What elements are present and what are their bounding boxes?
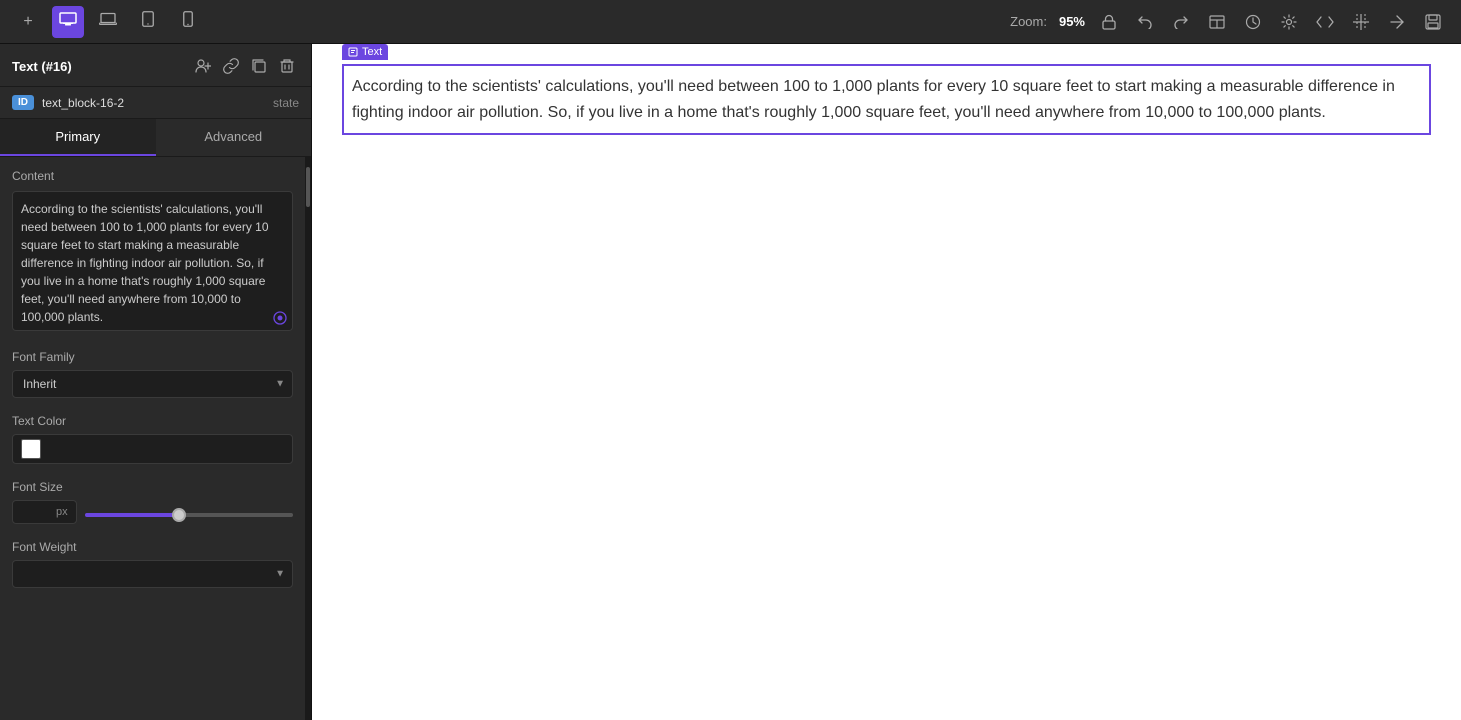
- color-field[interactable]: [12, 434, 293, 464]
- content-section-label: Content: [12, 169, 293, 183]
- lock-button[interactable]: [1093, 6, 1125, 38]
- add-person-icon[interactable]: [191, 54, 215, 78]
- font-family-select-wrapper: Inherit Arial Georgia Times New Roman Ro…: [12, 370, 293, 398]
- state-label: state: [273, 96, 299, 110]
- font-size-input[interactable]: [21, 505, 56, 519]
- font-weight-section: Font Weight Normal Bold Light ▼: [12, 540, 293, 588]
- toolbar-right-icons: [1093, 6, 1449, 38]
- font-family-select[interactable]: Inherit Arial Georgia Times New Roman Ro…: [12, 370, 293, 398]
- text-color-section: Text Color: [12, 414, 293, 464]
- text-color-label: Text Color: [12, 414, 293, 428]
- export-button[interactable]: [1381, 6, 1413, 38]
- sidebar-content: Content According to the scientists' cal…: [0, 157, 305, 720]
- tab-primary[interactable]: Primary: [0, 119, 156, 156]
- font-size-label: Font Size: [12, 480, 293, 494]
- desktop-view-button[interactable]: [52, 6, 84, 38]
- font-family-section: Font Family Inherit Arial Georgia Times …: [12, 350, 293, 398]
- expand-icon[interactable]: [273, 311, 287, 328]
- canvas-main-text: According to the scientists' calculation…: [352, 74, 1421, 125]
- tab-advanced[interactable]: Advanced: [156, 119, 312, 156]
- save-button[interactable]: [1417, 6, 1449, 38]
- sidebar-element-title: Text (#16): [12, 59, 72, 74]
- zoom-value: 95%: [1059, 14, 1085, 29]
- content-textarea[interactable]: According to the scientists' calculation…: [12, 191, 293, 331]
- font-size-slider[interactable]: [85, 513, 293, 517]
- font-family-label: Font Family: [12, 350, 293, 364]
- link-icon[interactable]: [219, 54, 243, 78]
- main-layout: Text (#16) ID text_block-16-2 state: [0, 44, 1461, 720]
- canvas-area: Text According to the scientists' calcul…: [312, 44, 1461, 720]
- mobile-view-button[interactable]: [172, 6, 204, 38]
- tablet-icon: [142, 11, 154, 32]
- desktop-icon: [59, 12, 77, 31]
- text-badge: Text: [342, 44, 388, 60]
- undo-button[interactable]: [1129, 6, 1161, 38]
- canvas-page: Text According to the scientists' calcul…: [312, 44, 1461, 720]
- sidebar-tabs: Primary Advanced: [0, 119, 311, 157]
- mobile-icon: [183, 11, 193, 32]
- sidebar: Text (#16) ID text_block-16-2 state: [0, 44, 312, 720]
- id-value: text_block-16-2: [42, 96, 265, 110]
- code-button[interactable]: [1309, 6, 1341, 38]
- laptop-icon: [99, 12, 117, 31]
- zoom-label: Zoom:: [1010, 14, 1047, 29]
- color-swatch[interactable]: [21, 439, 41, 459]
- sidebar-header: Text (#16): [0, 44, 311, 87]
- delete-icon[interactable]: [275, 54, 299, 78]
- scrollbar[interactable]: [305, 157, 311, 720]
- font-size-unit: px: [56, 506, 68, 518]
- slider-wrap: [85, 505, 293, 520]
- font-size-row: px: [12, 500, 293, 524]
- id-row: ID text_block-16-2 state: [0, 87, 311, 119]
- sidebar-header-icons: [191, 54, 299, 78]
- top-toolbar: + Zoom: 95%: [0, 0, 1461, 44]
- font-weight-label: Font Weight: [12, 540, 293, 554]
- text-badge-label: Text: [362, 46, 382, 58]
- font-weight-select-wrapper: Normal Bold Light ▼: [12, 560, 293, 588]
- duplicate-icon[interactable]: [247, 54, 271, 78]
- font-size-section: Font Size px: [12, 480, 293, 524]
- settings-button[interactable]: [1273, 6, 1305, 38]
- add-button[interactable]: +: [12, 6, 44, 38]
- font-weight-select[interactable]: Normal Bold Light: [12, 560, 293, 588]
- tablet-view-button[interactable]: [132, 6, 164, 38]
- redo-button[interactable]: [1165, 6, 1197, 38]
- history-button[interactable]: [1237, 6, 1269, 38]
- add-icon: +: [23, 13, 32, 31]
- layout-button[interactable]: [1201, 6, 1233, 38]
- scrollbar-thumb[interactable]: [306, 167, 310, 207]
- id-badge: ID: [12, 95, 34, 110]
- font-size-input-wrap: px: [12, 500, 77, 524]
- grid-button[interactable]: [1345, 6, 1377, 38]
- laptop-view-button[interactable]: [92, 6, 124, 38]
- selected-text-block[interactable]: Text According to the scientists' calcul…: [342, 64, 1431, 135]
